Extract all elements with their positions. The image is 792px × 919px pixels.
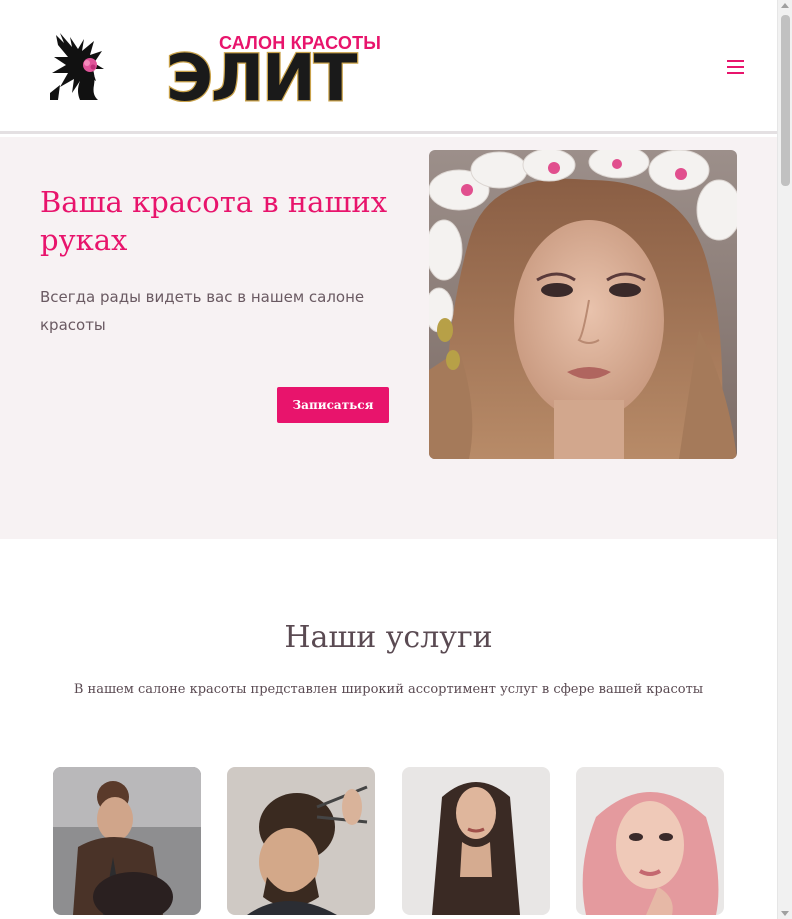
logo-title: ЭЛИТ [166, 42, 358, 102]
logo-silhouette-icon[interactable] [50, 33, 117, 100]
site-header: САЛОН КРАСОТЫ ЭЛИТ [0, 0, 777, 134]
hamburger-menu-icon[interactable] [726, 59, 746, 75]
scroll-up-arrow-icon[interactable] [781, 3, 789, 8]
logo-wordmark[interactable]: САЛОН КРАСОТЫ ЭЛИТ [166, 30, 381, 106]
logo-title-graphic: ЭЛИТ [166, 41, 361, 102]
scroll-down-arrow-icon[interactable] [781, 911, 789, 916]
page-scrollbar[interactable] [777, 0, 792, 919]
hero-woman-with-orchids-image [429, 150, 737, 459]
services-subtitle: В нашем салоне красоты представлен широк… [73, 682, 704, 697]
page: САЛОН КРАСОТЫ ЭЛИТ Ваша красота в наших … [0, 0, 777, 919]
services-title: Наши услуги [284, 620, 493, 655]
hero-section: Ваша красота в наших руках Всегда рады в… [0, 137, 777, 539]
scroll-thumb[interactable] [781, 15, 790, 186]
hero-title: Ваша красота в наших руках [40, 185, 388, 257]
service-card-mens-haircut-image[interactable] [227, 767, 375, 915]
service-card-hairdresser-image[interactable] [53, 767, 201, 915]
book-appointment-button[interactable]: Записаться [277, 387, 389, 423]
service-card-pink-hair-image[interactable] [576, 767, 724, 915]
hero-subtitle: Всегда рады видеть вас в нашем салоне кр… [40, 288, 365, 334]
service-card-long-hair-image[interactable] [402, 767, 550, 915]
